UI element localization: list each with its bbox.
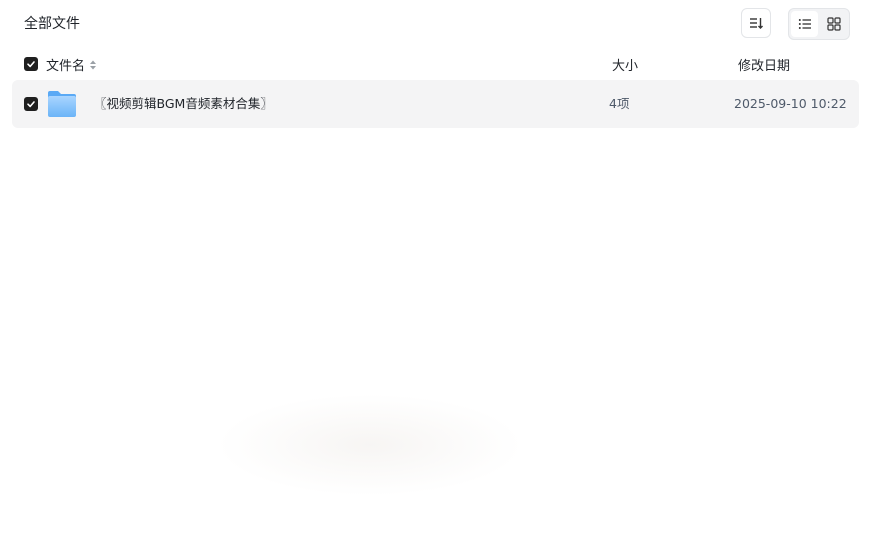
empty-area-shade xyxy=(220,395,520,495)
file-row[interactable]: 〖视频剪辑BGM音频素材合集〗 4项 2025-09-10 10:22 xyxy=(12,80,859,128)
sort-icon xyxy=(750,18,763,29)
select-all-checkbox[interactable] xyxy=(24,57,38,71)
column-header-row: 文件名 大小 修改日期 xyxy=(0,54,874,74)
view-mode-toggle xyxy=(788,8,850,40)
file-modified-date: 2025-09-10 10:22 xyxy=(734,96,847,111)
checkmark-icon xyxy=(27,61,35,68)
list-view-button[interactable] xyxy=(791,11,818,37)
folder-icon xyxy=(48,91,76,117)
list-view-icon xyxy=(798,19,811,29)
file-row-checkbox[interactable] xyxy=(24,97,38,111)
column-name-label: 文件名 xyxy=(46,59,86,74)
file-name[interactable]: 〖视频剪辑BGM音频素材合集〗 xyxy=(94,95,273,113)
breadcrumb[interactable]: 全部文件 xyxy=(24,14,80,34)
column-size-header: 大小 xyxy=(612,59,639,74)
sort-toggle-icon xyxy=(90,60,97,69)
column-name-header[interactable]: 文件名 xyxy=(46,55,97,74)
column-modified-header: 修改日期 xyxy=(738,59,791,74)
sort-button[interactable] xyxy=(741,8,771,38)
grid-view-icon xyxy=(826,17,841,31)
checkmark-icon xyxy=(27,101,35,108)
file-size: 4项 xyxy=(609,96,630,111)
grid-view-button[interactable] xyxy=(820,11,847,37)
